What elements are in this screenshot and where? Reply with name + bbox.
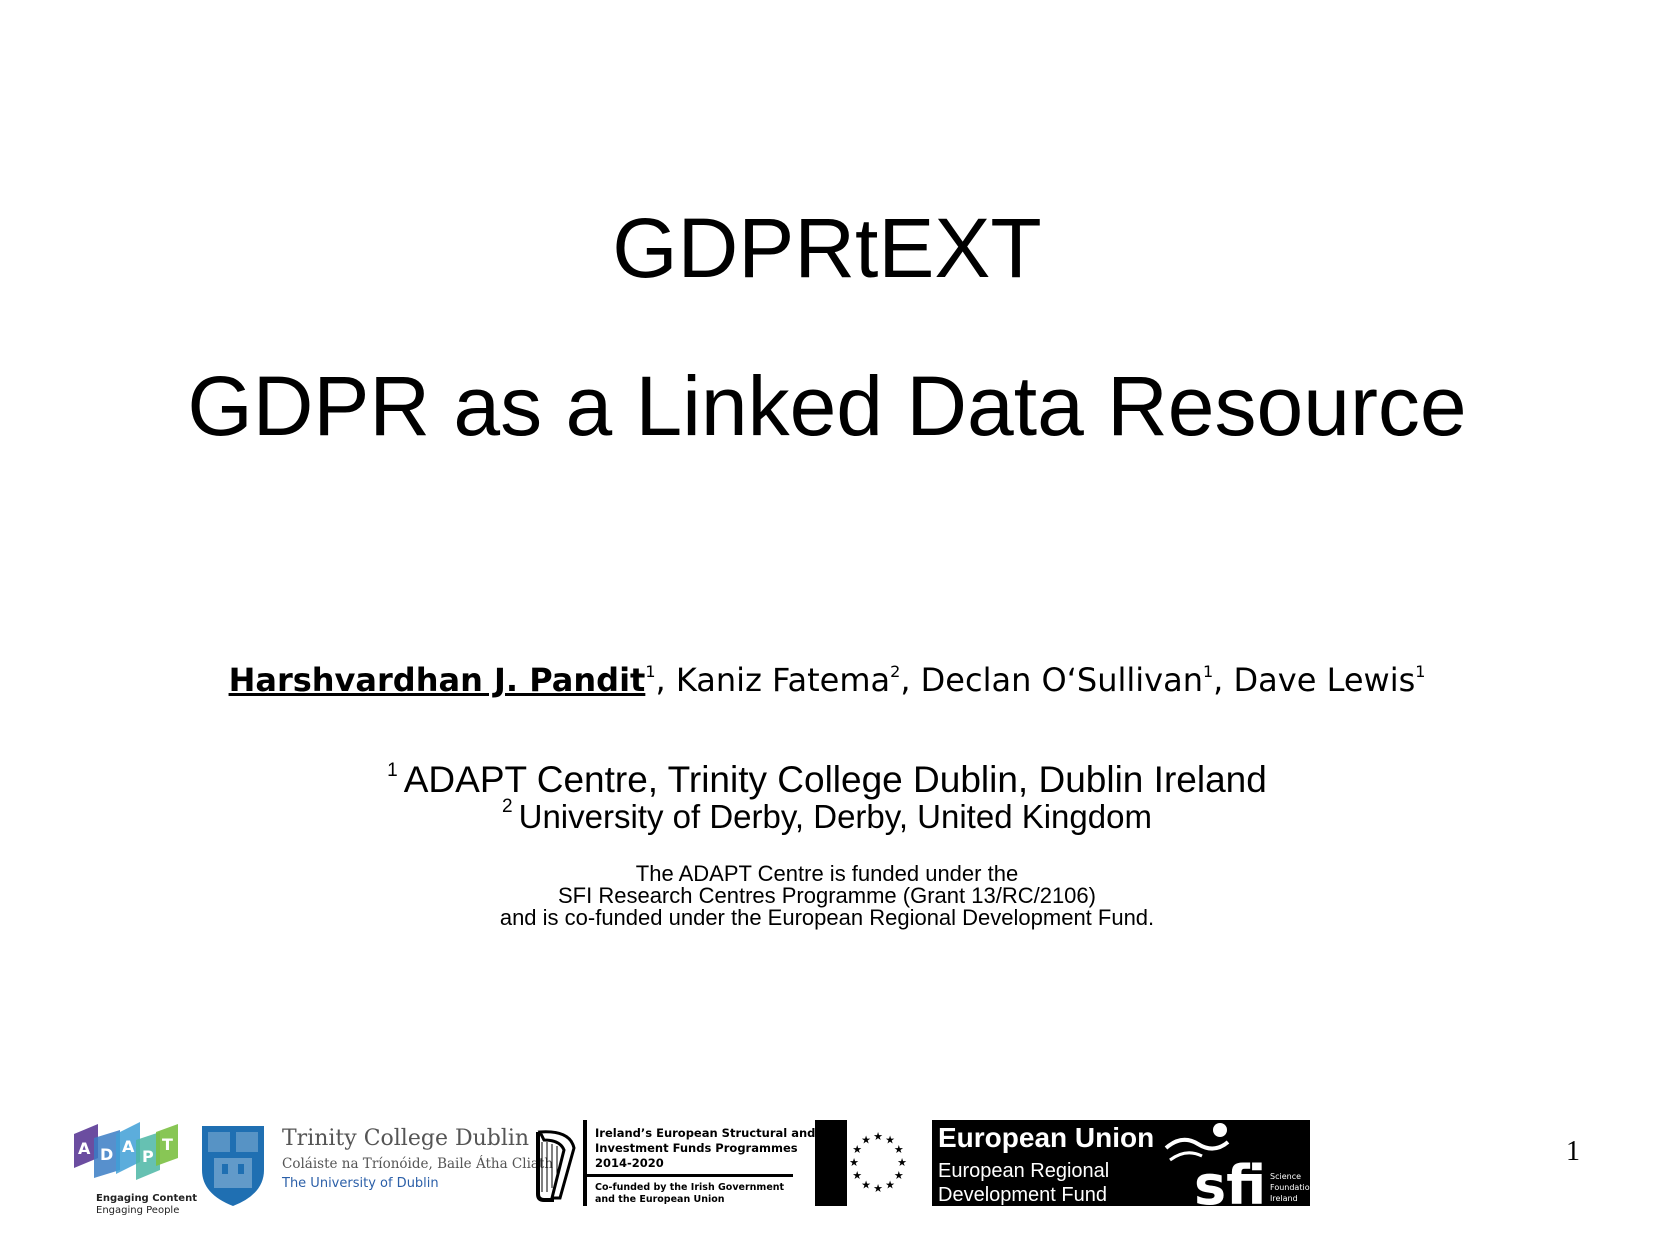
tcd-university: The University of Dublin — [282, 1176, 439, 1191]
tcd-name: Trinity College Dublin — [282, 1126, 530, 1151]
adapt-letter: A — [122, 1137, 135, 1156]
eu-star-icon: ★ — [861, 1179, 871, 1192]
funding-line: SFI Research Centres Programme (Grant 13… — [558, 883, 1096, 908]
slide-subtitle: GDPR as a Linked Data Resource — [187, 359, 1467, 453]
tcd-irish-name: Coláiste na Tríonóide, Baile Átha Cliath — [282, 1156, 554, 1172]
affiliation-text: University of Derby, Derby, United Kingd… — [518, 798, 1152, 835]
esif-text: Co-funded by the Irish Government — [595, 1182, 785, 1193]
author-affiliation-marker: 2 — [890, 662, 901, 681]
author-affiliation-marker: 1 — [1415, 662, 1426, 681]
esif-text: Ireland’s European Structural and — [595, 1126, 816, 1140]
author-separator: , — [900, 661, 921, 699]
esif-logo: Ireland’s European Structural and Invest… — [583, 1120, 815, 1206]
erdf-logo: European Union European Regional Develop… — [932, 1120, 1315, 1206]
sfi-text: Foundation — [1270, 1183, 1315, 1192]
author-name: Declan O‘Sullivan — [920, 661, 1203, 699]
author-affiliation-marker: 1 — [1202, 662, 1214, 681]
funding-statement: The ADAPT Centre is funded under the SFI… — [0, 863, 1654, 929]
eu-star-icon: ★ — [861, 1134, 871, 1147]
tcd-crest-icon — [202, 1126, 264, 1206]
eu-star-icon: ★ — [873, 1130, 883, 1143]
affiliation-marker: 1 — [387, 760, 398, 781]
author-list: Harshvardhan J. Pandit1, Kaniz Fatema2, … — [0, 652, 1654, 700]
eu-star-icon: ★ — [873, 1182, 883, 1195]
eu-star-icon: ★ — [852, 1169, 862, 1182]
author-name: Kaniz Fatema — [675, 661, 891, 699]
adapt-tagline: Engaging Content — [96, 1193, 197, 1204]
page-number: 1 — [1566, 1136, 1580, 1167]
adapt-tagline: Engaging People — [96, 1205, 180, 1216]
eu-star-icon: ★ — [897, 1156, 907, 1169]
eu-star-icon: ★ — [849, 1156, 859, 1169]
esif-black-panel — [815, 1120, 847, 1206]
funding-line: and is co-funded under the European Regi… — [499, 905, 1155, 930]
slide: GDPRtEXT GDPR as a Linked Data Resource … — [0, 0, 1654, 1241]
sfi-logo-icon: sfi — [1164, 1123, 1266, 1206]
slide-title: GDPRtEXT — [612, 201, 1042, 295]
sfi-wordmark: sfi — [1194, 1154, 1266, 1206]
erdf-title: European Union — [938, 1122, 1155, 1153]
divider — [587, 1174, 793, 1177]
erdf-text: Development Fund — [938, 1184, 1107, 1206]
eu-stars-icon: ★ ★★★★★★★★★★★ — [849, 1130, 907, 1195]
author-name: Harshvardhan J. Pandit — [228, 661, 646, 699]
sfi-text: Science — [1270, 1172, 1302, 1181]
erdf-text: European Regional — [938, 1160, 1110, 1182]
funding-line: The ADAPT Centre is funded under the — [635, 861, 1019, 886]
adapt-letter: D — [100, 1145, 113, 1164]
affiliation-line: 2 University of Derby, Derby, United King… — [0, 788, 1654, 836]
adapt-letter: T — [162, 1135, 173, 1154]
sfi-text: Ireland — [1270, 1194, 1298, 1203]
author-separator: , — [1213, 661, 1234, 699]
adapt-letter: A — [78, 1139, 91, 1158]
eu-star-icon: ★ — [894, 1143, 904, 1156]
author-affiliation-marker: 1 — [645, 662, 656, 681]
eu-star-icon: ★ — [885, 1179, 895, 1192]
esif-text: Investment Funds Programmes — [595, 1141, 798, 1155]
adapt-logo: A D A P T — [74, 1122, 178, 1180]
esif-text: 2014-2020 — [595, 1156, 664, 1170]
author-separator: , — [655, 661, 676, 699]
affiliation-marker: 2 — [502, 796, 513, 817]
adapt-letter: P — [142, 1147, 154, 1166]
divider — [583, 1120, 587, 1206]
esif-text: and the European Union — [595, 1194, 725, 1205]
eu-star-icon: ★ — [894, 1169, 904, 1182]
harp-icon — [536, 1130, 576, 1202]
author-name: Dave Lewis — [1233, 661, 1416, 699]
